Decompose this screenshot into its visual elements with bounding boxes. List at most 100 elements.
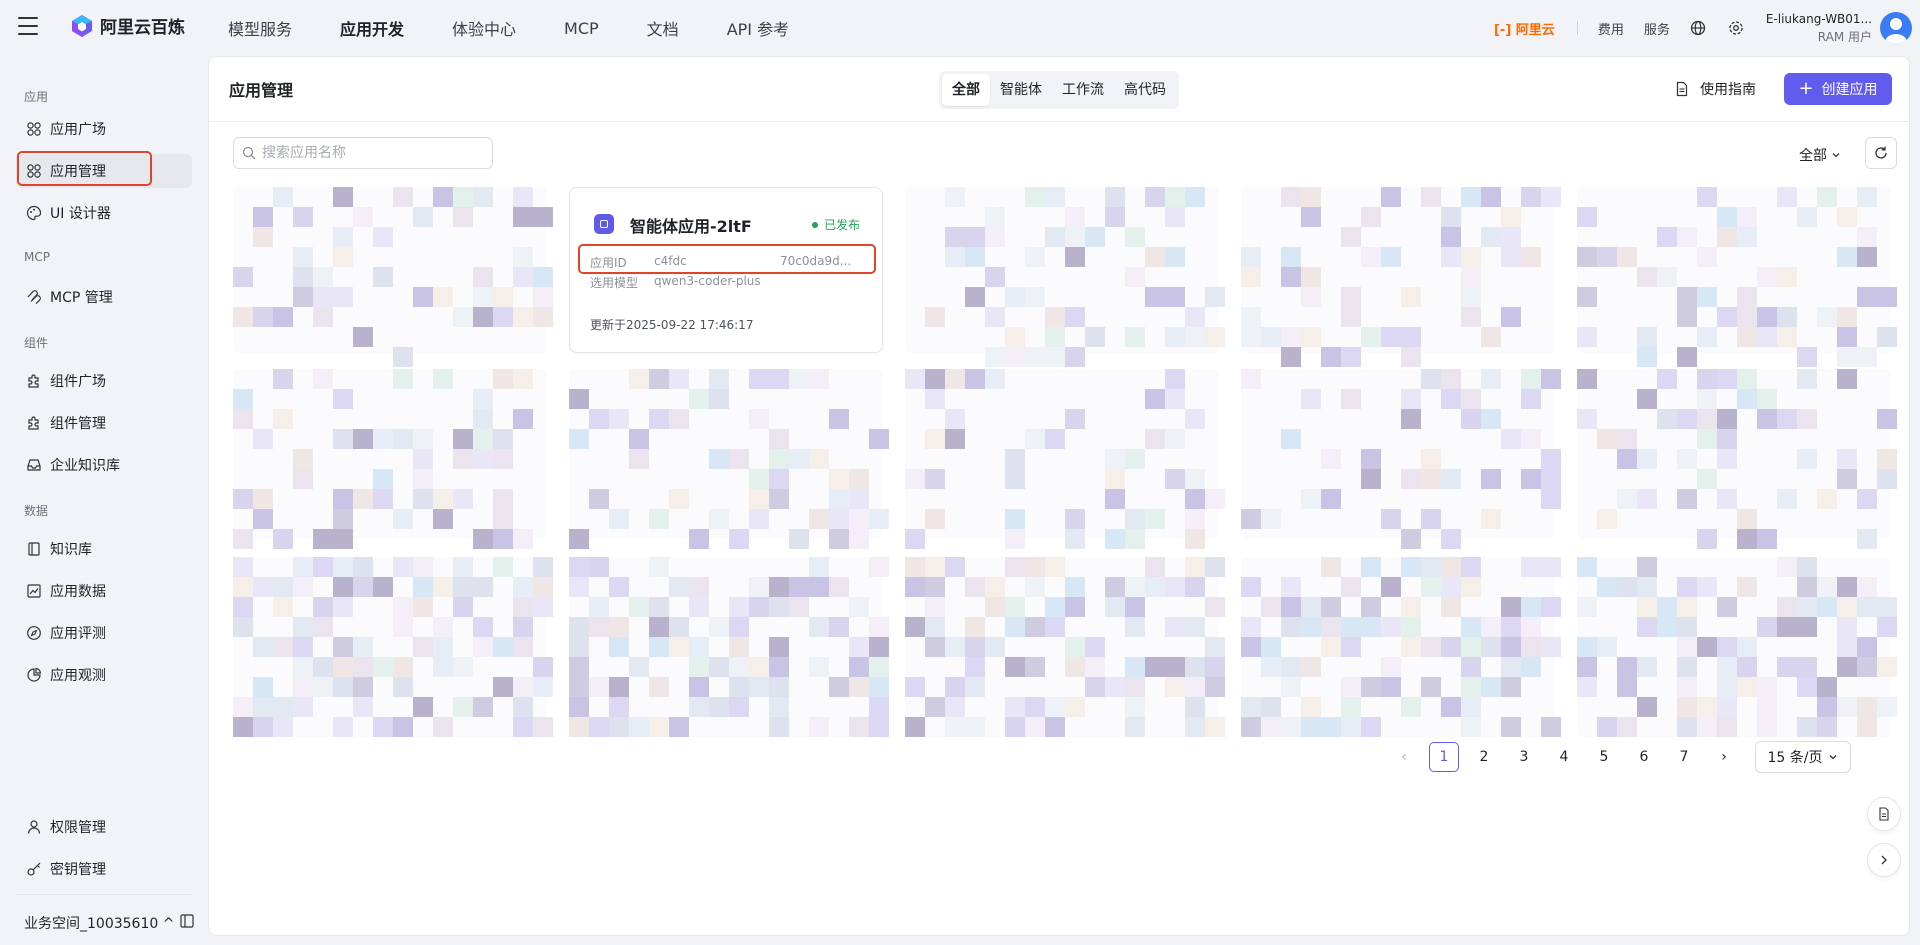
obscured-pixel — [829, 577, 849, 597]
page-1[interactable]: 1 — [1429, 742, 1459, 772]
nav-experience[interactable]: 体验中心 — [452, 16, 516, 40]
obscured-app-card[interactable] — [1577, 557, 1897, 737]
obscured-app-card[interactable] — [1241, 557, 1561, 737]
obscured-pixel — [609, 577, 629, 597]
obscured-pixel — [1877, 617, 1897, 637]
obscured-pixel — [1441, 597, 1461, 617]
nav-model-service[interactable]: 模型服务 — [228, 16, 292, 40]
nav-docs[interactable]: 文档 — [647, 16, 679, 40]
obscured-app-card[interactable] — [905, 557, 1225, 737]
fee-link[interactable]: 费用 — [1598, 19, 1624, 38]
sidebar-item-ui-designer[interactable]: UI 设计器 — [16, 196, 192, 230]
obscured-app-card[interactable] — [905, 369, 1225, 549]
obscured-app-card[interactable] — [569, 369, 889, 549]
sidebar-item-app-data[interactable]: 应用数据 — [16, 574, 192, 608]
nav-api-ref[interactable]: API 参考 — [727, 16, 789, 40]
obscured-pixel — [433, 717, 453, 737]
obscured-app-card[interactable] — [233, 187, 553, 367]
obscured-pixel — [293, 287, 313, 307]
obscured-pixel — [333, 677, 353, 697]
user-info[interactable]: E-liukang-WB01... RAM 用户 — [1766, 12, 1872, 45]
obscured-pixel — [1065, 509, 1085, 529]
workspace-switcher[interactable]: 业务空间_10035610 ^ — [24, 913, 174, 933]
obscured-app-card[interactable] — [905, 187, 1225, 367]
page-6[interactable]: 6 — [1629, 742, 1659, 772]
page-3[interactable]: 3 — [1509, 742, 1539, 772]
aliyun-bracket-icon: [-] — [1493, 22, 1512, 38]
sidebar-item-permission[interactable]: 权限管理 — [16, 810, 192, 844]
obscured-pixel — [1737, 657, 1757, 677]
page-5[interactable]: 5 — [1589, 742, 1619, 772]
page-2[interactable]: 2 — [1469, 742, 1499, 772]
sidebar-item-app-eval[interactable]: 应用评测 — [16, 616, 192, 650]
app-card[interactable]: 智能体应用-2ltF 已发布 应用ID c4fdc 70c0da9d... 选用… — [569, 187, 883, 353]
guide-link[interactable]: 使用指南 — [1674, 79, 1756, 99]
obscured-pixel — [1185, 717, 1205, 737]
sidebar-item-key[interactable]: 密钥管理 — [16, 852, 192, 886]
sidebar-item-app-plaza[interactable]: 应用广场 — [16, 112, 192, 146]
expand-float-button[interactable] — [1867, 843, 1901, 877]
settings-gear-icon[interactable] — [1728, 20, 1744, 36]
nav-app-dev[interactable]: 应用开发 — [340, 16, 404, 40]
doc-float-button[interactable] — [1867, 797, 1901, 831]
obscured-pixel — [869, 717, 889, 737]
obscured-pixel — [1401, 347, 1421, 367]
obscured-app-card[interactable] — [1241, 369, 1561, 549]
page-4[interactable]: 4 — [1549, 742, 1579, 772]
obscured-pixel — [1777, 557, 1797, 577]
obscured-pixel — [689, 657, 709, 677]
nav-mcp[interactable]: MCP — [564, 19, 599, 38]
obscured-pixel — [869, 657, 889, 677]
collapse-sidebar-icon[interactable] — [180, 914, 194, 928]
tab-all[interactable]: 全部 — [942, 74, 990, 106]
obscured-pixel — [473, 389, 493, 409]
next-page-icon[interactable]: › — [1709, 742, 1739, 772]
sidebar-item-kb[interactable]: 知识库 — [16, 532, 192, 566]
obscured-app-card[interactable] — [233, 369, 547, 549]
obscured-pixel — [1597, 717, 1617, 737]
obscured-pixel — [1321, 557, 1341, 577]
sidebar-item-component-manage[interactable]: 组件管理 — [16, 406, 192, 440]
obscured-pixel — [1165, 327, 1185, 347]
bailian-logo-icon — [72, 14, 92, 37]
avatar[interactable] — [1880, 12, 1912, 44]
page-size-select[interactable]: 15 条/页 — [1755, 741, 1851, 773]
tab-high-code[interactable]: 高代码 — [1114, 74, 1176, 106]
brand-logo[interactable]: 阿里云百炼 — [70, 13, 185, 38]
sidebar-item-component-plaza[interactable]: 组件广场 — [16, 364, 192, 398]
globe-icon[interactable] — [1690, 20, 1706, 36]
obscured-pixel — [1597, 637, 1617, 657]
obscured-pixel — [729, 697, 749, 717]
obscured-pixel — [869, 617, 889, 637]
sidebar-item-app-observe[interactable]: 应用观测 — [16, 658, 192, 692]
page-7[interactable]: 7 — [1669, 742, 1699, 772]
obscured-pixel — [965, 577, 985, 597]
obscured-pixel — [669, 617, 689, 637]
tab-workflow[interactable]: 工作流 — [1052, 74, 1114, 106]
prev-page-icon[interactable]: ‹ — [1389, 742, 1419, 772]
obscured-pixel — [333, 597, 353, 617]
menu-icon[interactable] — [18, 17, 38, 37]
refresh-button[interactable] — [1865, 137, 1897, 169]
obscured-pixel — [829, 469, 849, 489]
service-link[interactable]: 服务 — [1644, 19, 1670, 38]
sidebar-item-enterprise-kb[interactable]: 企业知识库 — [16, 448, 192, 482]
obscured-app-card[interactable] — [1577, 187, 1897, 367]
obscured-pixel — [649, 509, 669, 529]
aliyun-link[interactable]: [-] 阿里云 — [1494, 19, 1555, 38]
search-field[interactable] — [233, 137, 493, 169]
obscured-pixel — [1401, 557, 1421, 577]
obscured-app-card[interactable] — [233, 557, 553, 737]
obscured-app-card[interactable] — [569, 557, 889, 737]
sidebar-item-mcp-manage[interactable]: MCP 管理 — [16, 280, 192, 314]
create-app-button[interactable]: + 创建应用 — [1784, 73, 1892, 105]
obscured-pixel — [1677, 677, 1697, 697]
obscured-app-card[interactable] — [1577, 369, 1897, 549]
obscured-pixel — [849, 489, 869, 509]
obscured-pixel — [769, 637, 789, 657]
search-input[interactable] — [262, 145, 482, 161]
status-filter[interactable]: 全部 — [1799, 145, 1841, 165]
tab-agent[interactable]: 智能体 — [990, 74, 1052, 106]
obscured-app-card[interactable] — [1241, 187, 1561, 367]
obscured-pixel — [293, 247, 313, 267]
